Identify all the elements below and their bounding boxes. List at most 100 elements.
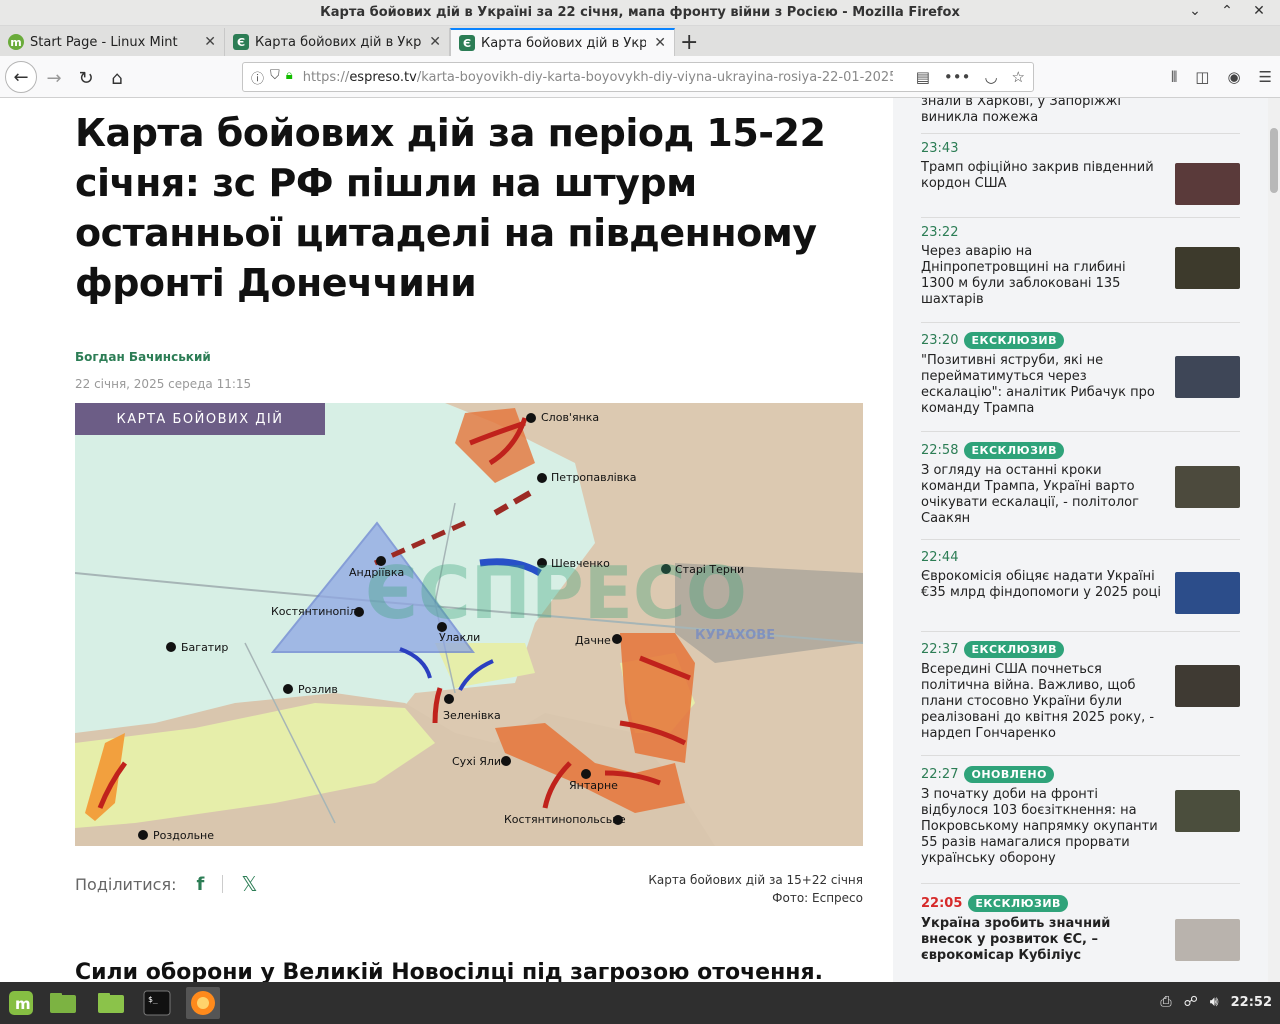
svg-text:m: m — [15, 995, 31, 1013]
news-thumbnail[interactable] — [1175, 665, 1240, 707]
news-item[interactable]: 22:58 ЕКСКЛЮЗИВ З огляду на останні кроки… — [921, 442, 1240, 540]
close-window-button[interactable]: ✕ — [1250, 3, 1268, 19]
article-headline: Карта бойових дій за період 15-22 січня:… — [75, 111, 826, 305]
url-bar[interactable]: ⓘ ⛉ 🔒︎ https://espreso.tv/karta-boyovikh… — [242, 62, 1034, 92]
page-content: Карта бойових дій за період 15-22 січня:… — [0, 98, 1268, 982]
firefox-taskbar-icon[interactable] — [186, 987, 220, 1019]
vertical-scrollbar[interactable] — [1268, 98, 1280, 982]
tab-espreso-1[interactable]: Є Карта бойових дій в Украї ✕ — [225, 28, 450, 56]
tab-label: Карта бойових дій в Украї — [255, 34, 422, 50]
news-text: виникла пожежа — [921, 110, 1039, 125]
news-time: 22:37 — [921, 642, 959, 657]
article-author[interactable]: Богдан Бачинський — [75, 350, 211, 364]
minimize-button[interactable]: ⌄ — [1186, 3, 1204, 19]
news-item[interactable]: 23:43 Трамп офіційно закрив південний ко… — [921, 141, 1240, 218]
url-text[interactable]: https://espreso.tv/karta-boyovikh-diy-ka… — [303, 70, 893, 85]
exclusive-badge: ЕКСКЛЮЗИВ — [968, 895, 1068, 912]
news-thumbnail[interactable] — [1175, 790, 1240, 832]
news-item-highlight[interactable]: 22:05 ЕКСКЛЮЗИВ Україна зробить значний в… — [921, 895, 1240, 982]
x-twitter-icon[interactable]: 𝕏 — [241, 872, 257, 896]
tab-label: Start Page - Linux Mint — [30, 34, 178, 50]
map-label-stari-terny: Старі Терни — [675, 563, 744, 576]
scrollbar-thumb[interactable] — [1270, 128, 1278, 193]
terminal-icon[interactable]: $_ — [140, 987, 174, 1019]
mint-menu-icon[interactable]: m — [4, 987, 38, 1019]
printer-icon[interactable]: ⎙ — [1160, 994, 1171, 1010]
maximize-button[interactable]: ⌃ — [1218, 3, 1236, 19]
close-tab-icon[interactable]: ✕ — [654, 35, 666, 51]
lock-icon[interactable]: 🔒︎ — [286, 68, 293, 87]
map-badge: КАРТА БОЙОВИХ ДІЙ — [75, 403, 325, 435]
new-tab-button[interactable]: + — [680, 30, 698, 55]
exclusive-badge: ЕКСКЛЮЗИВ — [964, 442, 1064, 459]
news-time: 22:58 — [921, 443, 959, 458]
article-date: 22 січня, 2025 середа 11:15 — [75, 377, 252, 391]
show-desktop-icon[interactable] — [46, 987, 80, 1019]
svg-text:$_: $_ — [148, 995, 158, 1004]
account-icon[interactable]: ◉ — [1227, 68, 1240, 86]
reload-button[interactable]: ↻ — [72, 64, 100, 92]
news-sidebar: знали в Харкові, у Запоріжжі виникла пож… — [893, 98, 1268, 982]
tab-espreso-2[interactable]: Є Карта бойових дій в Украї ✕ — [450, 28, 675, 56]
map-label-petropavlivka: Петропавлівка — [551, 471, 637, 484]
news-text: Україна зробить значний внесок у розвито… — [921, 916, 1111, 963]
bookmark-star-icon[interactable]: ☆ — [1012, 68, 1025, 86]
reader-view-icon[interactable]: ▤ — [916, 68, 930, 86]
news-text: Всередині США почнеться політична війна.… — [921, 662, 1155, 741]
library-icon[interactable]: ⫴ — [1171, 68, 1177, 86]
info-icon[interactable]: ⓘ — [251, 68, 264, 87]
tracking-shield-icon[interactable]: ⛉ — [270, 68, 280, 87]
pocket-icon[interactable]: ◡ — [984, 68, 997, 86]
facebook-icon[interactable]: f — [196, 874, 204, 895]
map-label-zelenivka: Зеленівка — [443, 709, 501, 722]
page-actions-icon[interactable]: ••• — [944, 68, 971, 86]
news-thumbnail[interactable] — [1175, 163, 1240, 205]
news-text: знали в Харкові, у Запоріжжі — [921, 98, 1122, 109]
close-tab-icon[interactable]: ✕ — [429, 34, 441, 50]
map-label-yantarne: Янтарне — [569, 779, 618, 792]
news-text: Через аварію на Дніпропетровщині на глиб… — [921, 244, 1126, 307]
news-time: 23:43 — [921, 141, 959, 156]
news-thumbnail[interactable] — [1175, 572, 1240, 614]
menu-icon[interactable]: ☰ — [1259, 68, 1272, 86]
exclusive-badge: ЕКСКЛЮЗИВ — [964, 332, 1064, 349]
files-folder-icon[interactable] — [94, 987, 128, 1019]
news-item-partial[interactable]: знали в Харкові, у Запоріжжі виникла пож… — [921, 98, 1240, 134]
news-thumbnail[interactable] — [1175, 919, 1240, 961]
network-icon[interactable]: ☍ — [1184, 994, 1198, 1010]
back-button[interactable]: ← — [5, 61, 37, 93]
espreso-icon: Є — [459, 35, 475, 51]
battle-map: ЄСПРЕСО КУРАХОВЕ Слов'янка Петропавлівка… — [75, 403, 863, 846]
map-label-kurakhove: КУРАХОВЕ — [695, 628, 775, 643]
tab-start-page[interactable]: m Start Page - Linux Mint ✕ — [0, 28, 225, 56]
forward-button[interactable]: → — [40, 64, 68, 92]
news-time: 22:27 — [921, 767, 959, 782]
news-item[interactable]: 23:22 Через аварію на Дніпропетровщині н… — [921, 225, 1240, 323]
map-label-slovyanka: Слов'янка — [541, 411, 599, 424]
share-bar: Поділитися: f 𝕏 — [75, 872, 257, 896]
home-button[interactable]: ⌂ — [103, 64, 131, 92]
news-text: "Позитивні яструби, які не перейматимуть… — [921, 353, 1155, 416]
exclusive-badge: ЕКСКЛЮЗИВ — [964, 641, 1064, 658]
news-time: 23:22 — [921, 225, 959, 240]
news-item[interactable]: 22:37 ЕКСКЛЮЗИВ Всередині США почнеться п… — [921, 641, 1240, 756]
news-item[interactable]: 22:44 Єврокомісія обіцяє надати Україні … — [921, 550, 1240, 632]
map-label-ulakly: Улакли — [439, 631, 480, 644]
news-time: 23:20 — [921, 333, 959, 348]
close-tab-icon[interactable]: ✕ — [204, 34, 216, 50]
news-thumbnail[interactable] — [1175, 356, 1240, 398]
share-label: Поділитися: — [75, 874, 177, 894]
clock[interactable]: 22:52 — [1231, 995, 1272, 1010]
taskbar: m $_ ⎙ ☍ 🔊︎ 22:52 — [0, 982, 1280, 1024]
map-label-andriivka: Андріївка — [349, 566, 404, 579]
sidebar-toggle-icon[interactable]: ◫ — [1195, 68, 1209, 86]
news-item[interactable]: 23:20 ЕКСКЛЮЗИВ "Позитивні яструби, які н… — [921, 332, 1240, 432]
map-label-dachne: Дачне — [575, 634, 611, 647]
news-item[interactable]: 22:27 ОНОВЛЕНО З початку доби на фронті в… — [921, 766, 1240, 884]
article-subheading: Сили оборони у Великій Новосілці під заг… — [75, 960, 823, 982]
volume-icon[interactable]: 🔊︎ — [1210, 994, 1219, 1010]
news-thumbnail[interactable] — [1175, 247, 1240, 289]
news-thumbnail[interactable] — [1175, 466, 1240, 508]
window-titlebar: Карта бойових дій в Україні за 22 січня,… — [0, 0, 1280, 26]
map-label-rozliv: Розлив — [298, 683, 338, 696]
